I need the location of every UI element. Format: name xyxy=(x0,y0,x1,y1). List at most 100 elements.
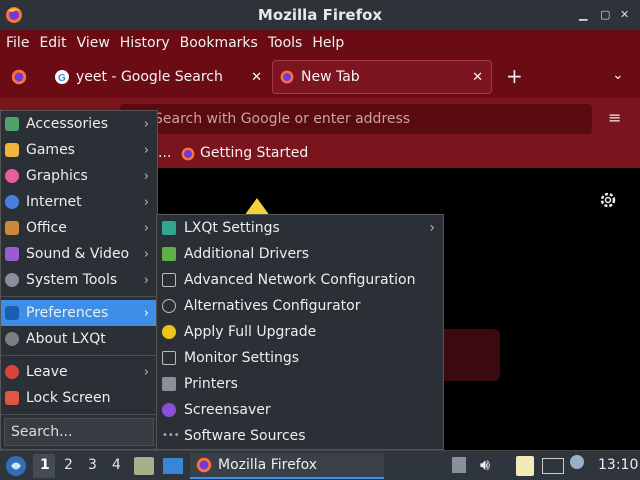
hamburger-menu-icon[interactable]: ≡ xyxy=(608,108,621,127)
menu-item-games[interactable]: Games › xyxy=(1,137,157,163)
drivers-chip-icon xyxy=(162,247,176,261)
lock-icon xyxy=(5,391,19,405)
taskbar: 1 2 3 4 Mozilla Firefox 🔊︎ 13:10 xyxy=(0,450,640,480)
menu-edit[interactable]: Edit xyxy=(39,35,66,51)
menu-item-accessories[interactable]: Accessories › xyxy=(1,111,157,137)
clipboard-icon[interactable] xyxy=(516,456,534,476)
submenu-item-lxqt-settings[interactable]: LXQt Settings › xyxy=(157,215,443,241)
volume-icon[interactable]: 🔊︎ xyxy=(480,455,490,475)
submenu-item-label: Additional Drivers xyxy=(184,246,310,262)
gear-icon[interactable] xyxy=(598,190,618,210)
desktop-3-button[interactable]: 3 xyxy=(88,457,97,473)
clock[interactable]: 13:10 xyxy=(598,457,638,473)
window-titlebar: Mozilla Firefox ▁ ▢ ✕ xyxy=(0,0,640,30)
tab-label: yeet - Google Search xyxy=(76,69,223,85)
firefox-icon xyxy=(280,70,294,84)
submenu-item-label: Software Sources xyxy=(184,428,306,444)
menu-item-label: Accessories xyxy=(26,116,109,132)
minimize-icon[interactable]: ▁ xyxy=(579,8,587,21)
preferences-submenu: LXQt Settings › Additional Drivers Advanc… xyxy=(156,214,444,450)
chevron-right-icon: › xyxy=(143,116,149,132)
chevron-right-icon: › xyxy=(143,305,149,321)
menu-item-lock-screen[interactable]: Lock Screen xyxy=(1,385,157,411)
chevron-right-icon: › xyxy=(143,364,149,380)
desktop-4-button[interactable]: 4 xyxy=(112,457,121,473)
submenu-item-alternatives-configurator[interactable]: Alternatives Configurator xyxy=(157,293,443,319)
menu-item-label: Graphics xyxy=(26,168,88,184)
content-card xyxy=(440,329,500,381)
menu-separator xyxy=(1,355,157,356)
menu-item-about-lxqt[interactable]: About LXQt xyxy=(1,326,157,352)
submenu-item-label: Printers xyxy=(184,376,238,392)
firefox-icon xyxy=(6,7,22,23)
monitor-icon xyxy=(162,351,176,365)
submenu-item-monitor-settings[interactable]: Monitor Settings xyxy=(157,345,443,371)
tab-close-icon[interactable]: ✕ xyxy=(472,70,483,85)
menu-file[interactable]: File xyxy=(6,35,29,51)
desktop-1-label: 1 xyxy=(40,457,50,473)
submenu-item-printers[interactable]: Printers xyxy=(157,371,443,397)
menu-item-label: Sound & Video xyxy=(26,246,130,262)
printer-icon xyxy=(162,377,176,391)
menu-item-graphics[interactable]: Graphics › xyxy=(1,163,157,189)
menu-tools[interactable]: Tools xyxy=(268,35,303,51)
file-manager-icon[interactable] xyxy=(134,457,154,475)
firefox-icon xyxy=(181,147,195,161)
menu-item-system-tools[interactable]: System Tools › xyxy=(1,267,157,293)
eject-icon[interactable] xyxy=(452,457,466,473)
firefox-view-icon[interactable] xyxy=(10,68,28,86)
menu-item-internet[interactable]: Internet › xyxy=(1,189,157,215)
menu-item-leave[interactable]: Leave › xyxy=(1,359,157,385)
alternatives-icon xyxy=(162,299,176,313)
chevron-right-icon: › xyxy=(143,272,149,288)
office-icon xyxy=(5,221,19,235)
tab-new-tab[interactable]: New Tab ✕ xyxy=(272,60,492,94)
menu-item-office[interactable]: Office › xyxy=(1,215,157,241)
menu-help[interactable]: Help xyxy=(312,35,344,51)
show-desktop-icon[interactable] xyxy=(163,458,183,474)
new-tab-plus-icon[interactable]: + xyxy=(506,64,523,88)
menu-item-label: Internet xyxy=(26,194,82,210)
accessories-icon xyxy=(5,117,19,131)
submenu-item-apply-full-upgrade[interactable]: Apply Full Upgrade xyxy=(157,319,443,345)
upgrade-icon xyxy=(162,325,176,339)
tab-close-icon[interactable]: ✕ xyxy=(251,70,262,85)
submenu-item-label: LXQt Settings xyxy=(184,220,280,236)
sound-video-icon xyxy=(5,247,19,261)
task-label: Mozilla Firefox xyxy=(218,457,318,473)
internet-icon xyxy=(5,195,19,209)
submenu-item-screensaver[interactable]: Screensaver xyxy=(157,397,443,423)
tab-google-search[interactable]: G yeet - Google Search ✕ xyxy=(50,60,268,94)
desktop-2-button[interactable]: 2 xyxy=(64,457,73,473)
chevron-right-icon: › xyxy=(143,142,149,158)
menu-search-input[interactable]: Search... xyxy=(4,418,154,446)
network-icon[interactable] xyxy=(542,458,564,474)
notification-icon[interactable] xyxy=(570,455,584,469)
menu-history[interactable]: History xyxy=(120,35,170,51)
restore-icon[interactable]: ▢ xyxy=(600,8,610,21)
bookmarks-overflow[interactable]: ... xyxy=(158,145,171,161)
menu-item-sound-video[interactable]: Sound & Video › xyxy=(1,241,157,267)
submenu-item-software-sources[interactable]: ••• Software Sources xyxy=(157,423,443,449)
menubar: File Edit View History Bookmarks Tools H… xyxy=(0,30,640,56)
lxqt-settings-icon xyxy=(162,221,176,235)
list-tabs-chevron-icon[interactable]: ⌄ xyxy=(612,67,624,83)
submenu-item-label: Monitor Settings xyxy=(184,350,300,366)
menu-bookmarks[interactable]: Bookmarks xyxy=(180,35,258,51)
menu-view[interactable]: View xyxy=(77,35,110,51)
taskbar-task-firefox[interactable]: Mozilla Firefox xyxy=(190,453,384,479)
bookmark-getting-started[interactable]: Getting Started xyxy=(200,145,308,161)
menu-item-preferences[interactable]: Preferences › xyxy=(1,300,157,326)
start-menu-icon[interactable] xyxy=(4,454,28,478)
submenu-item-advanced-network[interactable]: Advanced Network Configuration xyxy=(157,267,443,293)
chevron-right-icon: › xyxy=(429,220,435,236)
submenu-item-label: Screensaver xyxy=(184,402,271,418)
submenu-item-additional-drivers[interactable]: Additional Drivers xyxy=(157,241,443,267)
submenu-item-label: Advanced Network Configuration xyxy=(184,272,416,288)
close-window-icon[interactable]: ✕ xyxy=(620,8,629,21)
menu-separator xyxy=(1,414,157,415)
svg-text:G: G xyxy=(58,73,66,84)
url-input[interactable]: Search with Google or enter address xyxy=(120,104,592,134)
menu-item-label: Preferences xyxy=(26,305,109,321)
system-tools-icon xyxy=(5,273,19,287)
